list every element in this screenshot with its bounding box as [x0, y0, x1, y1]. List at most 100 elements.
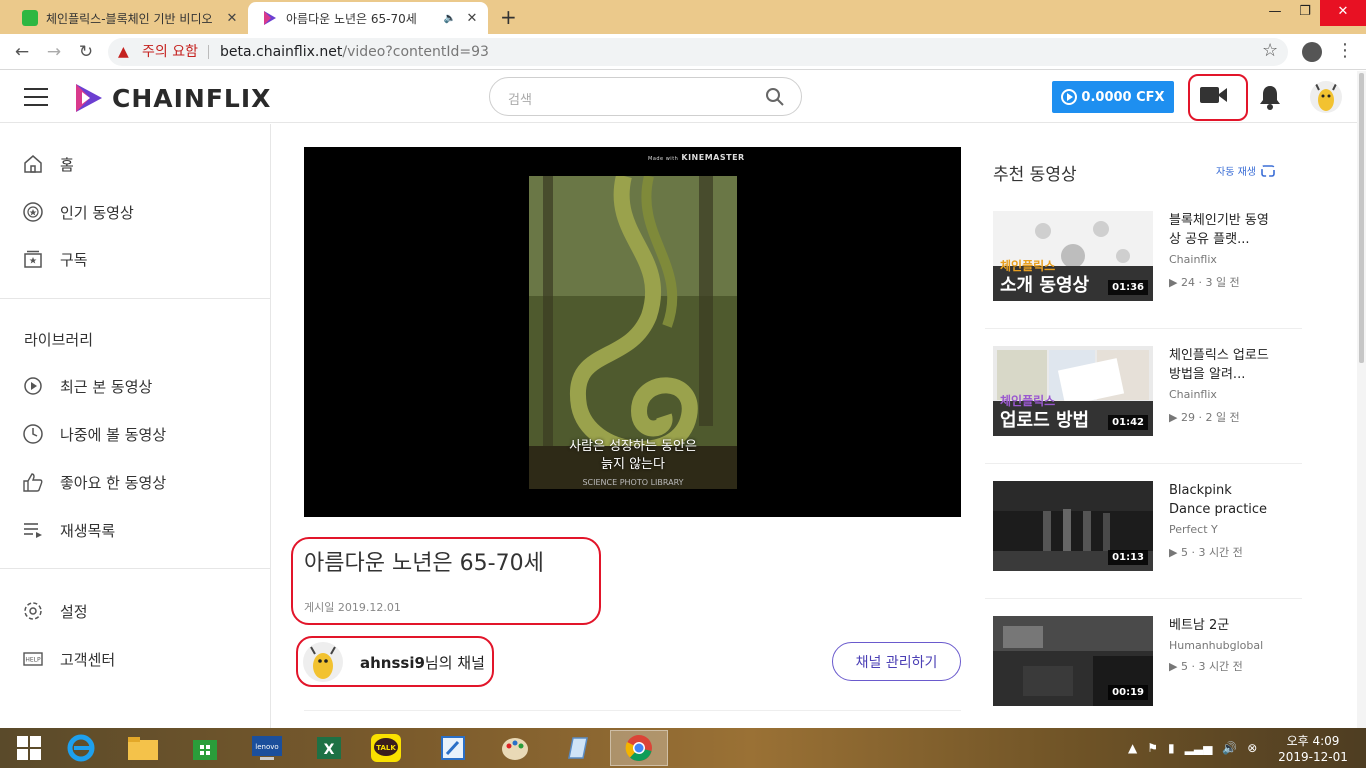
chrome-icon[interactable] [610, 730, 668, 766]
minimize-button[interactable]: — [1260, 0, 1290, 26]
browser-menu-icon[interactable]: ⋮ [1336, 40, 1354, 61]
recommended-item[interactable]: 00:19 베트남 2군 Humanhubglobal ▶ 5 · 3 시간 전 [993, 616, 1293, 708]
sidebar-item-subscriptions[interactable]: 구독 [22, 247, 88, 271]
reload-button[interactable]: ↻ [74, 40, 98, 64]
scrollbar-thumb[interactable] [1359, 73, 1364, 363]
autoplay-toggle[interactable]: 자동 재생 [1216, 163, 1276, 178]
volume-icon[interactable]: 🔊 [1222, 741, 1237, 755]
recommended-channel[interactable]: Perfect Y [1169, 523, 1218, 536]
notes-icon[interactable] [548, 730, 606, 766]
battery-icon[interactable]: ▮ [1168, 741, 1175, 755]
store-icon[interactable] [176, 730, 234, 766]
file-explorer-icon[interactable] [114, 730, 172, 766]
search-icon[interactable] [765, 87, 785, 107]
manage-channel-button[interactable]: 채널 관리하기 [832, 642, 961, 681]
site-header: CHAINFLIX 검색 0.0000 CFX [0, 71, 1357, 123]
recommended-meta: ▶ 29 · 2 일 전 [1169, 411, 1240, 424]
recommended-channel[interactable]: Chainflix [1169, 388, 1217, 401]
repeat-icon [1261, 164, 1275, 177]
paint-icon[interactable] [486, 730, 544, 766]
maximize-button[interactable]: ❐ [1290, 0, 1320, 26]
home-icon [24, 155, 42, 173]
tray-overflow-icon[interactable]: ▲ [1128, 741, 1137, 755]
svg-text:X: X [324, 742, 335, 758]
audio-playing-icon[interactable]: 🔈 [444, 13, 456, 24]
sidebar-item-label: 설정 [60, 602, 88, 621]
history-icon [24, 377, 42, 395]
sidebar-item-popular[interactable]: 인기 동영상 [22, 200, 134, 224]
recommended-divider [985, 598, 1302, 599]
forward-button[interactable]: → [42, 40, 66, 64]
recommended-channel[interactable]: Chainflix [1169, 253, 1217, 266]
recommended-title[interactable]: 베트남 2군 [1169, 616, 1269, 635]
internet-explorer-icon[interactable] [52, 730, 110, 766]
url-path: /video?contentId=93 [342, 44, 489, 60]
chainflix-logo[interactable]: CHAINFLIX [74, 82, 271, 114]
recommended-meta: ▶ 24 · 3 일 전 [1169, 276, 1240, 289]
sidebar-item-history[interactable]: 최근 본 동영상 [22, 374, 152, 398]
omnibox-divider [208, 45, 209, 59]
logo-text: CHAINFLIX [112, 83, 272, 113]
sidebar-item-home[interactable]: 홈 [22, 152, 74, 176]
tab-close-icon[interactable]: ✕ [464, 11, 480, 26]
recommended-title[interactable]: Blackpink Dance practice [1169, 481, 1269, 519]
url-text: beta.chainflix.net/video?contentId=93 [220, 38, 489, 66]
signal-icon[interactable]: ▂▃▅ [1185, 741, 1213, 755]
window-controls: — ❐ ✕ [1260, 0, 1366, 26]
cfx-balance-button[interactable]: 0.0000 CFX [1052, 81, 1174, 113]
editor-icon[interactable] [424, 730, 482, 766]
bell-icon[interactable] [1259, 84, 1281, 110]
library-heading: 라이브러리 [24, 331, 94, 349]
content-divider [304, 710, 961, 711]
notification-icon[interactable]: ⊗ [1247, 741, 1257, 755]
video-thumbnail[interactable]: 00:19 [993, 616, 1153, 706]
warning-icon[interactable]: ▲ [118, 38, 129, 66]
taskbar-clock[interactable]: 오후 4:09 2019-12-01 [1278, 733, 1348, 765]
page-scrollbar[interactable] [1357, 71, 1366, 728]
browser-tab-chainflix[interactable]: 체인플릭스-블록체인 기반 비디오 ✕ [8, 2, 248, 34]
sidebar-item-playlists[interactable]: 재생목록 [22, 518, 115, 542]
thumbnail-overlay-big: 업로드 방법 [1000, 410, 1090, 431]
sidebar-divider [0, 568, 271, 569]
windows-start-icon[interactable] [0, 730, 58, 766]
browser-tab-active[interactable]: 아름다운 노년은 65-70세 🔈 ✕ [248, 2, 488, 34]
video-thumbnail[interactable]: 체인플릭스 소개 동영상 01:36 [993, 211, 1153, 301]
recommended-item[interactable]: 체인플릭스 업로드 방법 01:42 체인플릭스 업로드 방법을 알려... C… [993, 346, 1293, 438]
search-placeholder: 검색 [508, 93, 532, 108]
recommended-title[interactable]: 블록체인기반 동영상 공유 플랫... [1169, 211, 1269, 249]
search-input[interactable]: 검색 [489, 77, 802, 116]
gear-icon [24, 602, 42, 620]
sidebar-item-label: 최근 본 동영상 [60, 377, 153, 396]
sidebar-item-label: 재생목록 [60, 521, 116, 540]
sidebar-item-settings[interactable]: 설정 [22, 599, 88, 623]
tab-close-icon[interactable]: ✕ [224, 11, 240, 26]
cfx-play-icon [1061, 89, 1078, 105]
lenovo-icon[interactable]: lenovo [238, 730, 296, 766]
watermark-text: KINEMASTER [681, 153, 745, 162]
menu-icon[interactable] [24, 88, 48, 106]
svg-text:HELP: HELP [25, 657, 41, 664]
video-thumbnail[interactable]: 01:13 [993, 481, 1153, 571]
back-button[interactable]: ← [10, 40, 34, 64]
recommended-item[interactable]: 체인플릭스 소개 동영상 01:36 블록체인기반 동영상 공유 플랫... C… [993, 211, 1293, 303]
browser-profile-icon[interactable] [1302, 42, 1322, 62]
video-thumbnail[interactable]: 체인플릭스 업로드 방법 01:42 [993, 346, 1153, 436]
sidebar-item-liked[interactable]: 좋아요 한 동영상 [22, 470, 166, 494]
new-tab-button[interactable]: + [500, 5, 517, 29]
security-warning[interactable]: 주의 요함 [142, 38, 198, 66]
recommended-item[interactable]: 01:13 Blackpink Dance practice Perfect Y… [993, 481, 1293, 573]
kakaotalk-icon[interactable]: TALK [357, 730, 415, 766]
flag-icon[interactable]: ⚑ [1147, 741, 1158, 755]
avatar[interactable] [1310, 81, 1342, 113]
recommended-heading: 추천 동영상 [993, 165, 1077, 185]
sidebar-item-watch-later[interactable]: 나중에 볼 동영상 [22, 422, 166, 446]
bookmark-star-icon[interactable]: ☆ [1262, 40, 1278, 61]
video-subtitle: 사람은 성장하는 동안은 늙지 않는다 [529, 438, 737, 474]
thumbs-up-icon [23, 473, 43, 492]
excel-icon[interactable]: X [300, 730, 358, 766]
recommended-channel[interactable]: Humanhubglobal [1169, 639, 1263, 652]
recommended-title[interactable]: 체인플릭스 업로드 방법을 알려... [1169, 346, 1269, 384]
url-input[interactable]: ▲ 주의 요함 beta.chainflix.net/video?content… [108, 38, 1288, 66]
sidebar-item-help[interactable]: HELP 고객센터 [22, 647, 115, 671]
window-close-button[interactable]: ✕ [1320, 0, 1366, 26]
